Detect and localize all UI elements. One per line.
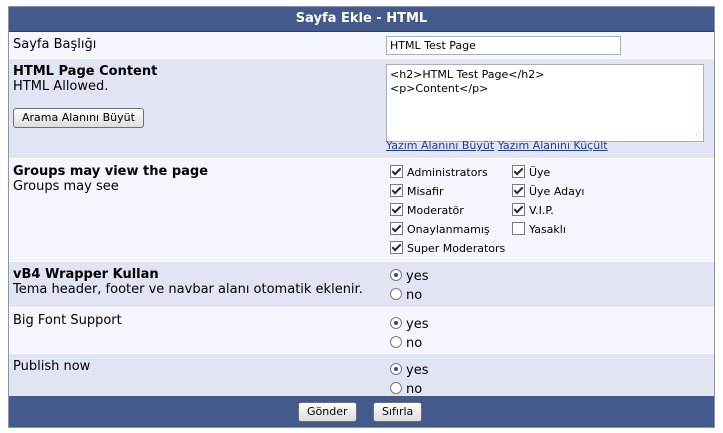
group-checkbox-onaylanmamis[interactable]: Onaylanmamış [390, 222, 490, 236]
group-label: Üye Adayı [529, 185, 585, 198]
group-label: Super Moderators [407, 242, 506, 255]
group-label: V.I.P. [529, 204, 554, 217]
checkbox-checked-icon [390, 222, 403, 235]
group-label: Misafir [407, 185, 444, 198]
big-font-no-radio[interactable]: no [390, 336, 422, 351]
checkbox-checked-icon [390, 184, 403, 197]
wrapper-row: vB4 Wrapper Kullan Tema header, footer v… [9, 262, 714, 308]
checkbox-checked-icon [390, 241, 403, 254]
radio-label: yes [406, 317, 429, 332]
checkbox-checked-icon [390, 203, 403, 216]
publish-label: Publish now [13, 359, 91, 374]
big-font-row: Big Font Support yes no [9, 308, 714, 354]
group-label: Üye [529, 166, 551, 179]
shrink-editor-link[interactable]: Yazım Alanını Küçült [498, 139, 608, 152]
radio-empty-icon [390, 288, 402, 300]
group-checkbox-super-moderators[interactable]: Super Moderators [390, 241, 505, 255]
textarea-line: <h2>HTML Test Page</h2> [390, 68, 545, 81]
add-page-form: Sayfa Ekle - HTML Sayfa Başlığı HTML Tes… [8, 6, 715, 428]
group-checkbox-administrators[interactable]: Administrators [390, 165, 488, 179]
big-font-yes-radio[interactable]: yes [390, 317, 428, 332]
group-label: Yasaklı [529, 223, 566, 236]
page-title-row: Sayfa Başlığı HTML Test Page [9, 32, 714, 59]
radio-selected-icon [390, 317, 402, 329]
wrapper-no-radio[interactable]: no [390, 288, 422, 303]
publish-yes-radio[interactable]: yes [390, 363, 428, 378]
form-footer: Gönder Sıfırla [9, 396, 714, 427]
checkbox-checked-icon [512, 203, 525, 216]
group-label: Administrators [407, 166, 488, 179]
html-content-row: HTML Page Content HTML Allowed. Arama Al… [9, 59, 714, 159]
group-checkbox-uye[interactable]: Üye [512, 165, 550, 179]
textarea-line: <p>Content</p> [390, 82, 489, 95]
radio-label: yes [406, 269, 429, 284]
editor-size-links: Yazım Alanını Büyüt Yazım Alanını Küçült [386, 139, 608, 152]
html-content-label: HTML Page Content [13, 64, 158, 79]
publish-row: Publish now yes no [9, 354, 714, 399]
html-allowed-note: HTML Allowed. [13, 79, 109, 94]
form-title: Sayfa Ekle - HTML [9, 7, 714, 32]
groups-label-group: Groups may view the page Groups may see [13, 164, 378, 194]
group-checkbox-moderator[interactable]: Moderatör [390, 203, 464, 217]
radio-label: yes [406, 363, 429, 378]
checkbox-checked-icon [512, 184, 525, 197]
wrapper-yes-radio[interactable]: yes [390, 269, 428, 284]
radio-label: no [406, 336, 423, 351]
group-checkbox-misafir[interactable]: Misafir [390, 184, 443, 198]
group-label: Onaylanmamış [407, 223, 490, 236]
html-content-textarea[interactable]: <h2>HTML Test Page</h2> <p>Content</p> ⋰ [386, 64, 704, 142]
radio-label: no [406, 288, 423, 303]
radio-label: no [406, 382, 423, 397]
radio-empty-icon [390, 336, 402, 348]
wrapper-label-group: vB4 Wrapper Kullan Tema header, footer v… [13, 267, 378, 297]
wrapper-label: vB4 Wrapper Kullan [13, 267, 159, 282]
radio-empty-icon [390, 382, 402, 394]
page-title-label: Sayfa Başlığı [13, 37, 97, 52]
checkbox-checked-icon [390, 165, 403, 178]
checkbox-checked-icon [512, 165, 525, 178]
group-checkbox-yasakli[interactable]: Yasaklı [512, 222, 566, 236]
checkbox-unchecked-icon [512, 222, 525, 235]
groups-label: Groups may view the page [13, 164, 209, 179]
resize-grip-icon[interactable]: ⋰ [693, 131, 701, 139]
page-title-input[interactable]: HTML Test Page [386, 36, 621, 55]
group-label: Moderatör [407, 204, 464, 217]
html-content-label-group: HTML Page Content HTML Allowed. Arama Al… [13, 64, 378, 128]
radio-selected-icon [390, 363, 402, 375]
group-checkbox-vip[interactable]: V.I.P. [512, 203, 554, 217]
publish-no-radio[interactable]: no [390, 382, 422, 397]
big-font-label: Big Font Support [13, 313, 122, 328]
group-checkbox-uye-adayi[interactable]: Üye Adayı [512, 184, 584, 198]
groups-sublabel: Groups may see [13, 179, 119, 194]
enlarge-editor-link[interactable]: Yazım Alanını Büyüt [386, 139, 494, 152]
groups-row: Groups may view the page Groups may see … [9, 159, 714, 262]
enlarge-search-button[interactable]: Arama Alanını Büyüt [13, 108, 144, 128]
wrapper-sublabel: Tema header, footer ve navbar alanı otom… [13, 282, 363, 297]
submit-button[interactable]: Gönder [298, 402, 357, 422]
reset-button[interactable]: Sıfırla [373, 402, 423, 422]
radio-selected-icon [390, 269, 402, 281]
